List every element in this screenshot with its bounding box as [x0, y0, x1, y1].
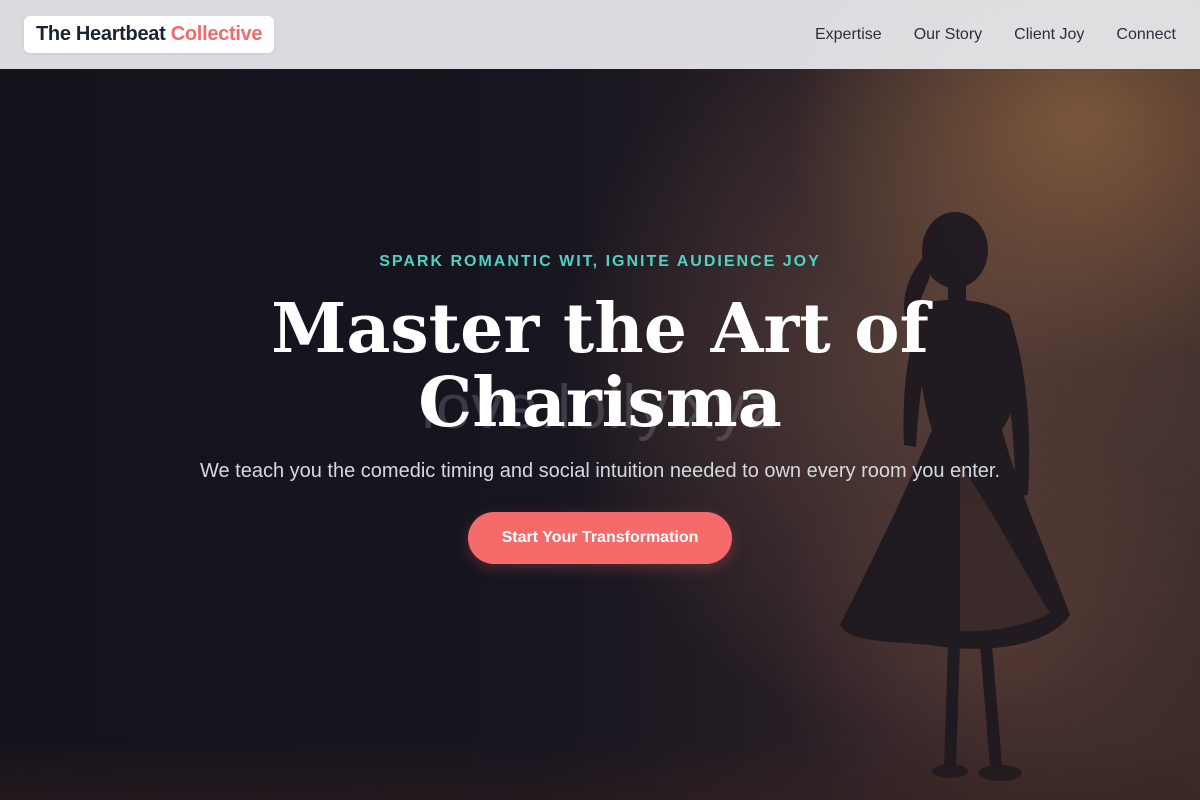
hero-title-line-1: Master the Art of — [271, 289, 929, 369]
hero-eyebrow: SPARK ROMANTIC WIT, IGNITE AUDIENCE JOY — [379, 253, 821, 270]
brand-accent: Collective — [170, 23, 263, 45]
nav-links: Expertise Our Story Client Joy Connect — [815, 26, 1176, 44]
hero-subtitle: We teach you the comedic timing and soci… — [199, 460, 1001, 482]
brand-logo[interactable]: The Heartbeat Collective — [24, 16, 275, 53]
top-navbar: The Heartbeat Collective Expertise Our S… — [0, 0, 1200, 69]
hero-title: Master the Art of Charisma — [0, 292, 1200, 440]
nav-link-our-story[interactable]: Our Story — [914, 26, 982, 44]
nav-link-expertise[interactable]: Expertise — [815, 26, 882, 44]
landing-page: The Heartbeat Collective Expertise Our S… — [0, 0, 1200, 800]
hero-section: SPARK ROMANTIC WIT, IGNITE AUDIENCE JOY … — [0, 0, 1200, 800]
nav-link-connect[interactable]: Connect — [1116, 26, 1176, 44]
start-transformation-button[interactable]: Start Your Transformation — [468, 512, 732, 564]
nav-link-client-joy[interactable]: Client Joy — [1014, 26, 1084, 44]
hero-title-line-2: Charisma — [418, 363, 782, 443]
brand-name: The Heartbeat — [36, 23, 166, 45]
